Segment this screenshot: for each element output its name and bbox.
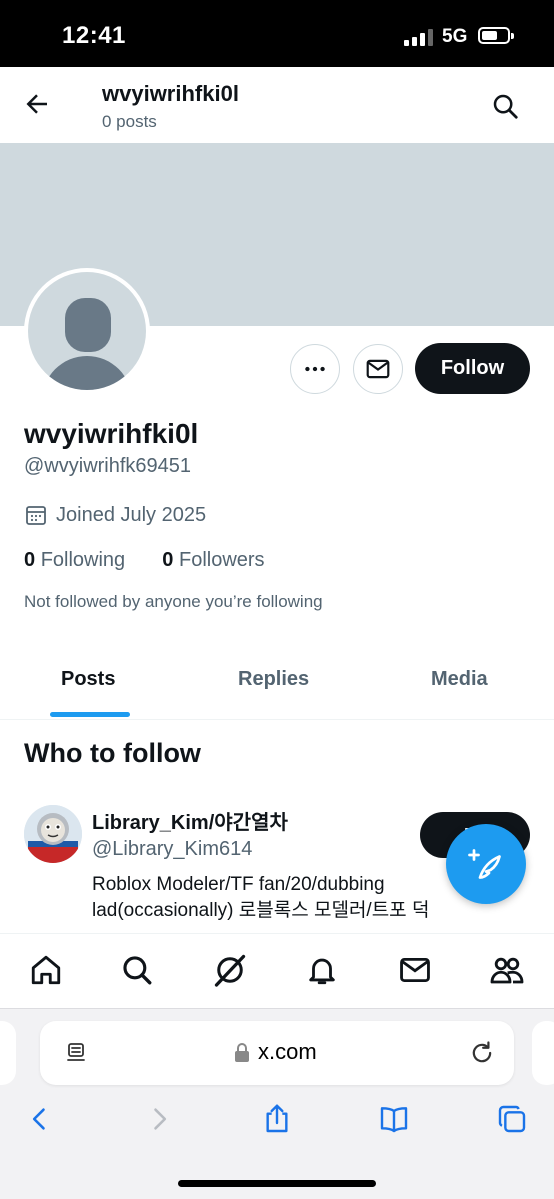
browser-toolbar: x.com bbox=[0, 1008, 554, 1199]
status-bar: 12:41 5G bbox=[0, 0, 554, 67]
nav-notifications[interactable] bbox=[304, 952, 340, 988]
following-count: 0 bbox=[24, 549, 36, 571]
followers-label: Followers bbox=[178, 549, 265, 571]
share-button[interactable] bbox=[259, 1101, 295, 1137]
profile-handle: @wvyiwrihfk69451 bbox=[24, 455, 192, 477]
message-button[interactable] bbox=[353, 344, 403, 394]
nav-explore[interactable] bbox=[119, 952, 155, 988]
train-avatar-icon bbox=[24, 805, 82, 863]
arrow-left-icon bbox=[26, 94, 47, 114]
next-tab-preview[interactable] bbox=[532, 1021, 554, 1085]
back-button[interactable] bbox=[22, 89, 52, 119]
profile-avatar[interactable] bbox=[24, 268, 150, 394]
notifications-icon bbox=[309, 958, 335, 985]
who-to-follow-title: Who to follow bbox=[24, 738, 201, 768]
grok-icon bbox=[214, 954, 246, 987]
nav-messages[interactable] bbox=[397, 952, 433, 988]
follow-stats: 0 Following 0 Followers bbox=[24, 549, 265, 572]
more-icon bbox=[305, 366, 325, 372]
tab-posts[interactable]: Posts bbox=[61, 668, 115, 691]
suggestion-handle: @Library_Kim614 bbox=[92, 838, 253, 860]
following-link[interactable]: 0 Following bbox=[24, 549, 125, 571]
reload-icon[interactable] bbox=[468, 1039, 496, 1067]
home-icon bbox=[31, 955, 61, 985]
home-indicator bbox=[178, 1180, 376, 1187]
suggestion-avatar[interactable] bbox=[24, 805, 82, 863]
browser-back-button[interactable] bbox=[22, 1101, 58, 1137]
messages-icon bbox=[400, 957, 430, 983]
nav-grok[interactable] bbox=[212, 952, 248, 988]
more-options-button[interactable] bbox=[290, 344, 340, 394]
not-followed-notice: Not followed by anyone you’re following bbox=[24, 592, 323, 611]
profile-display-name: wvyiwrihfki0l bbox=[24, 418, 199, 449]
following-label: Following bbox=[40, 549, 126, 571]
nav-communities[interactable] bbox=[489, 952, 525, 988]
battery-icon bbox=[478, 27, 514, 44]
share-icon bbox=[266, 1104, 288, 1133]
chevron-right-icon bbox=[154, 1108, 167, 1130]
suggestion-bio: Roblox Modeler/TF fan/20/dubbing lad(occ… bbox=[92, 874, 430, 921]
search-button[interactable] bbox=[490, 91, 520, 121]
followers-link[interactable]: 0 Followers bbox=[162, 549, 264, 571]
active-tab-indicator bbox=[50, 712, 130, 717]
tab-replies[interactable]: Replies bbox=[238, 668, 309, 691]
joined-text: Joined July 2025 bbox=[56, 503, 207, 526]
header-post-count: 0 posts bbox=[102, 112, 157, 131]
envelope-icon bbox=[366, 359, 390, 379]
explore-icon bbox=[123, 956, 152, 985]
bottom-navigation bbox=[0, 933, 554, 1008]
header-title: wvyiwrihfki0l bbox=[102, 81, 239, 106]
network-label: 5G bbox=[442, 26, 468, 47]
tabs-icon bbox=[498, 1105, 526, 1133]
follow-button[interactable]: Follow bbox=[415, 343, 530, 394]
followers-count: 0 bbox=[162, 549, 174, 571]
status-time: 12:41 bbox=[62, 22, 126, 49]
calendar-icon bbox=[26, 506, 46, 525]
compose-post-button[interactable] bbox=[446, 824, 526, 904]
chevron-left-icon bbox=[32, 1108, 45, 1130]
default-avatar-icon bbox=[28, 272, 146, 390]
signal-icon bbox=[404, 28, 434, 46]
nav-home[interactable] bbox=[28, 952, 64, 988]
bookmarks-button[interactable] bbox=[376, 1101, 412, 1137]
book-icon bbox=[380, 1107, 408, 1133]
suggestion-name[interactable]: Library_Kim/야간열차 bbox=[92, 806, 288, 835]
profile-tabs: Posts Replies Media bbox=[0, 648, 554, 720]
tab-media[interactable]: Media bbox=[431, 668, 488, 691]
page-menu-icon bbox=[67, 1043, 85, 1061]
tabs-button[interactable] bbox=[494, 1101, 530, 1137]
feather-plus-icon bbox=[468, 849, 501, 879]
previous-tab-preview[interactable] bbox=[0, 1021, 16, 1085]
lock-icon bbox=[235, 1043, 249, 1062]
browser-forward-button[interactable] bbox=[141, 1101, 177, 1137]
joined-date: Joined July 2025 bbox=[24, 503, 206, 527]
address-bar[interactable]: x.com bbox=[40, 1021, 514, 1085]
search-icon bbox=[493, 94, 518, 119]
communities-icon bbox=[490, 957, 524, 984]
profile-header: wvyiwrihfki0l 0 posts bbox=[0, 67, 554, 143]
url-text: x.com bbox=[258, 1039, 317, 1064]
